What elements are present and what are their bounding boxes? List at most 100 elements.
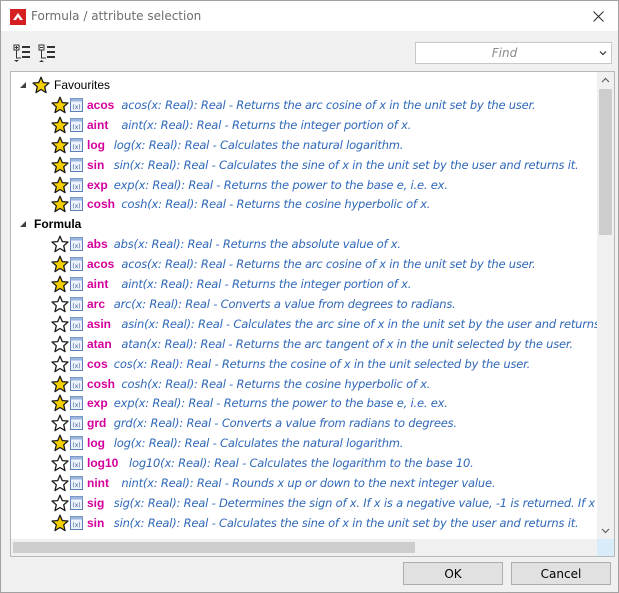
function-description: cosh(x: Real): Real - Returns the cosine… (121, 197, 431, 212)
star-filled-icon[interactable] (51, 116, 69, 134)
horizontal-scrollbar[interactable] (11, 539, 598, 556)
function-name: log (87, 137, 105, 152)
ok-button[interactable]: OK (403, 562, 503, 585)
function-item[interactable]: (x) log10 log10(x: Real): Real - Calculate… (11, 453, 598, 473)
close-icon (592, 10, 604, 22)
function-icon: (x) (70, 515, 83, 530)
expander-icon[interactable] (19, 220, 27, 228)
function-item[interactable]: (x) grd grd(x: Real): Real - Converts a va… (11, 413, 598, 433)
svg-text:(x): (x) (72, 502, 80, 509)
function-item[interactable]: (x) arc arc(x: Real): Real - Converts a va… (11, 294, 598, 314)
expand-all-icon[interactable] (13, 43, 33, 63)
function-description: abs(x: Real): Real - Returns the absolut… (113, 237, 401, 252)
star-filled-icon[interactable] (51, 156, 69, 174)
svg-text:(x): (x) (72, 184, 80, 191)
function-item[interactable]: (x) acos acos(x: Real): Real - Returns the… (11, 254, 598, 274)
function-icon: (x) (70, 177, 83, 192)
function-icon: (x) (70, 396, 83, 411)
function-item[interactable]: (x) log log(x: Real): Real - Calculates th… (11, 135, 598, 155)
star-filled-icon[interactable] (51, 96, 69, 114)
cancel-button[interactable]: Cancel (511, 562, 611, 585)
expander-icon[interactable] (19, 81, 27, 89)
function-description: acos(x: Real): Real - Returns the arc co… (121, 257, 536, 272)
svg-text:(x): (x) (72, 422, 80, 429)
function-item[interactable]: (x) sin sin(x: Real): Real - Calculates th… (11, 513, 598, 533)
scrollbar-corner (597, 539, 614, 556)
function-description: exp(x: Real): Real - Returns the power t… (113, 396, 448, 411)
close-button[interactable] (578, 1, 618, 31)
function-item[interactable]: (x) exp exp(x: Real): Real - Returns the p… (11, 393, 598, 413)
function-icon: (x) (70, 356, 83, 371)
function-name: log10 (87, 456, 119, 471)
function-name: log (87, 436, 105, 451)
function-name: asin (87, 316, 112, 331)
function-item[interactable]: (x) sig sig(x: Real): Real - Determines th… (11, 493, 598, 513)
function-item[interactable]: (x) aint aint(x: Real): Real - Returns the… (11, 115, 598, 135)
function-item[interactable]: (x) atan atan(x: Real): Real - Returns the… (11, 334, 598, 354)
function-item[interactable]: (x) nint nint(x: Real): Real - Rounds x up… (11, 473, 598, 493)
star-filled-icon[interactable] (51, 255, 69, 273)
window-title: Formula / attribute selection (31, 9, 202, 23)
function-icon: (x) (70, 436, 83, 451)
vertical-scrollbar[interactable] (597, 72, 614, 539)
scroll-down-icon[interactable] (601, 526, 610, 535)
star-filled-icon[interactable] (51, 514, 69, 532)
svg-text:(x): (x) (72, 283, 80, 290)
function-item[interactable]: (x) asin asin(x: Real): Real - Calculates … (11, 314, 598, 334)
star-outline-icon[interactable] (51, 355, 69, 373)
tree-group-label: Favourites (54, 78, 111, 92)
star-filled-icon[interactable] (51, 275, 69, 293)
function-icon: (x) (70, 157, 83, 172)
function-item[interactable]: (x) log log(x: Real): Real - Calculates th… (11, 433, 598, 453)
function-item[interactable]: (x) cos cos(x: Real): Real - Returns the c… (11, 354, 598, 374)
tree-group-label: Formula (34, 217, 82, 232)
function-item[interactable]: (x) sin sin(x: Real): Real - Calculates th… (11, 155, 598, 175)
star-icon (32, 76, 50, 94)
star-outline-icon[interactable] (51, 235, 69, 253)
function-description: log(x: Real): Real - Calculates the natu… (113, 436, 404, 451)
svg-text:(x): (x) (72, 363, 80, 370)
function-description: atan(x: Real): Real - Returns the arc ta… (121, 336, 573, 351)
function-description: log(x: Real): Real - Calculates the natu… (113, 137, 404, 152)
vertical-scroll-thumb[interactable] (599, 89, 612, 235)
function-item[interactable]: (x) cosh cosh(x: Real): Real - Returns the… (11, 194, 598, 214)
function-item[interactable]: (x) aint aint(x: Real): Real - Returns the… (11, 274, 598, 294)
star-outline-icon[interactable] (51, 315, 69, 333)
function-item[interactable]: (x) exp exp(x: Real): Real - Returns the p… (11, 175, 598, 195)
function-name: acos (87, 97, 115, 112)
find-placeholder: Find (491, 46, 518, 60)
scroll-up-icon[interactable] (601, 76, 610, 85)
svg-text:(x): (x) (72, 104, 80, 111)
function-item[interactable]: (x) cosh cosh(x: Real): Real - Returns the… (11, 374, 598, 394)
function-tree: Favourites (x) acos acos(x: Real): Real - … (10, 71, 615, 557)
function-description: grd(x: Real): Real - Converts a value fr… (113, 416, 457, 431)
star-outline-icon[interactable] (51, 335, 69, 353)
star-filled-icon[interactable] (51, 136, 69, 154)
function-description: arc(x: Real): Real - Converts a value fr… (113, 296, 456, 311)
function-icon: (x) (70, 237, 83, 252)
star-outline-icon[interactable] (51, 454, 69, 472)
star-filled-icon[interactable] (51, 176, 69, 194)
collapse-all-icon[interactable] (38, 43, 58, 63)
function-item[interactable]: (x) abs abs(x: Real): Real - Returns the a… (11, 234, 598, 254)
star-outline-icon[interactable] (51, 295, 69, 313)
function-name: aint (87, 277, 109, 291)
star-filled-icon[interactable] (51, 434, 69, 452)
horizontal-scroll-thumb[interactable] (13, 542, 415, 553)
svg-text:(x): (x) (72, 482, 80, 489)
star-outline-icon[interactable] (51, 494, 69, 512)
tree-group-formula[interactable]: Formula (11, 214, 598, 234)
tree-group-favourites[interactable]: Favourites (11, 75, 598, 95)
find-combobox[interactable]: Find (415, 42, 612, 64)
star-filled-icon[interactable] (51, 195, 69, 213)
function-name: sin (87, 515, 105, 530)
star-outline-icon[interactable] (51, 414, 69, 432)
function-icon: (x) (70, 416, 83, 431)
svg-text:(x): (x) (72, 323, 80, 330)
function-item[interactable]: (x) acos acos(x: Real): Real - Returns the… (11, 95, 598, 115)
star-filled-icon[interactable] (51, 375, 69, 393)
star-filled-icon[interactable] (51, 394, 69, 412)
function-description: aint(x: Real): Real - Returns the intege… (121, 277, 412, 291)
chevron-down-icon[interactable] (598, 48, 608, 58)
star-outline-icon[interactable] (51, 474, 69, 492)
